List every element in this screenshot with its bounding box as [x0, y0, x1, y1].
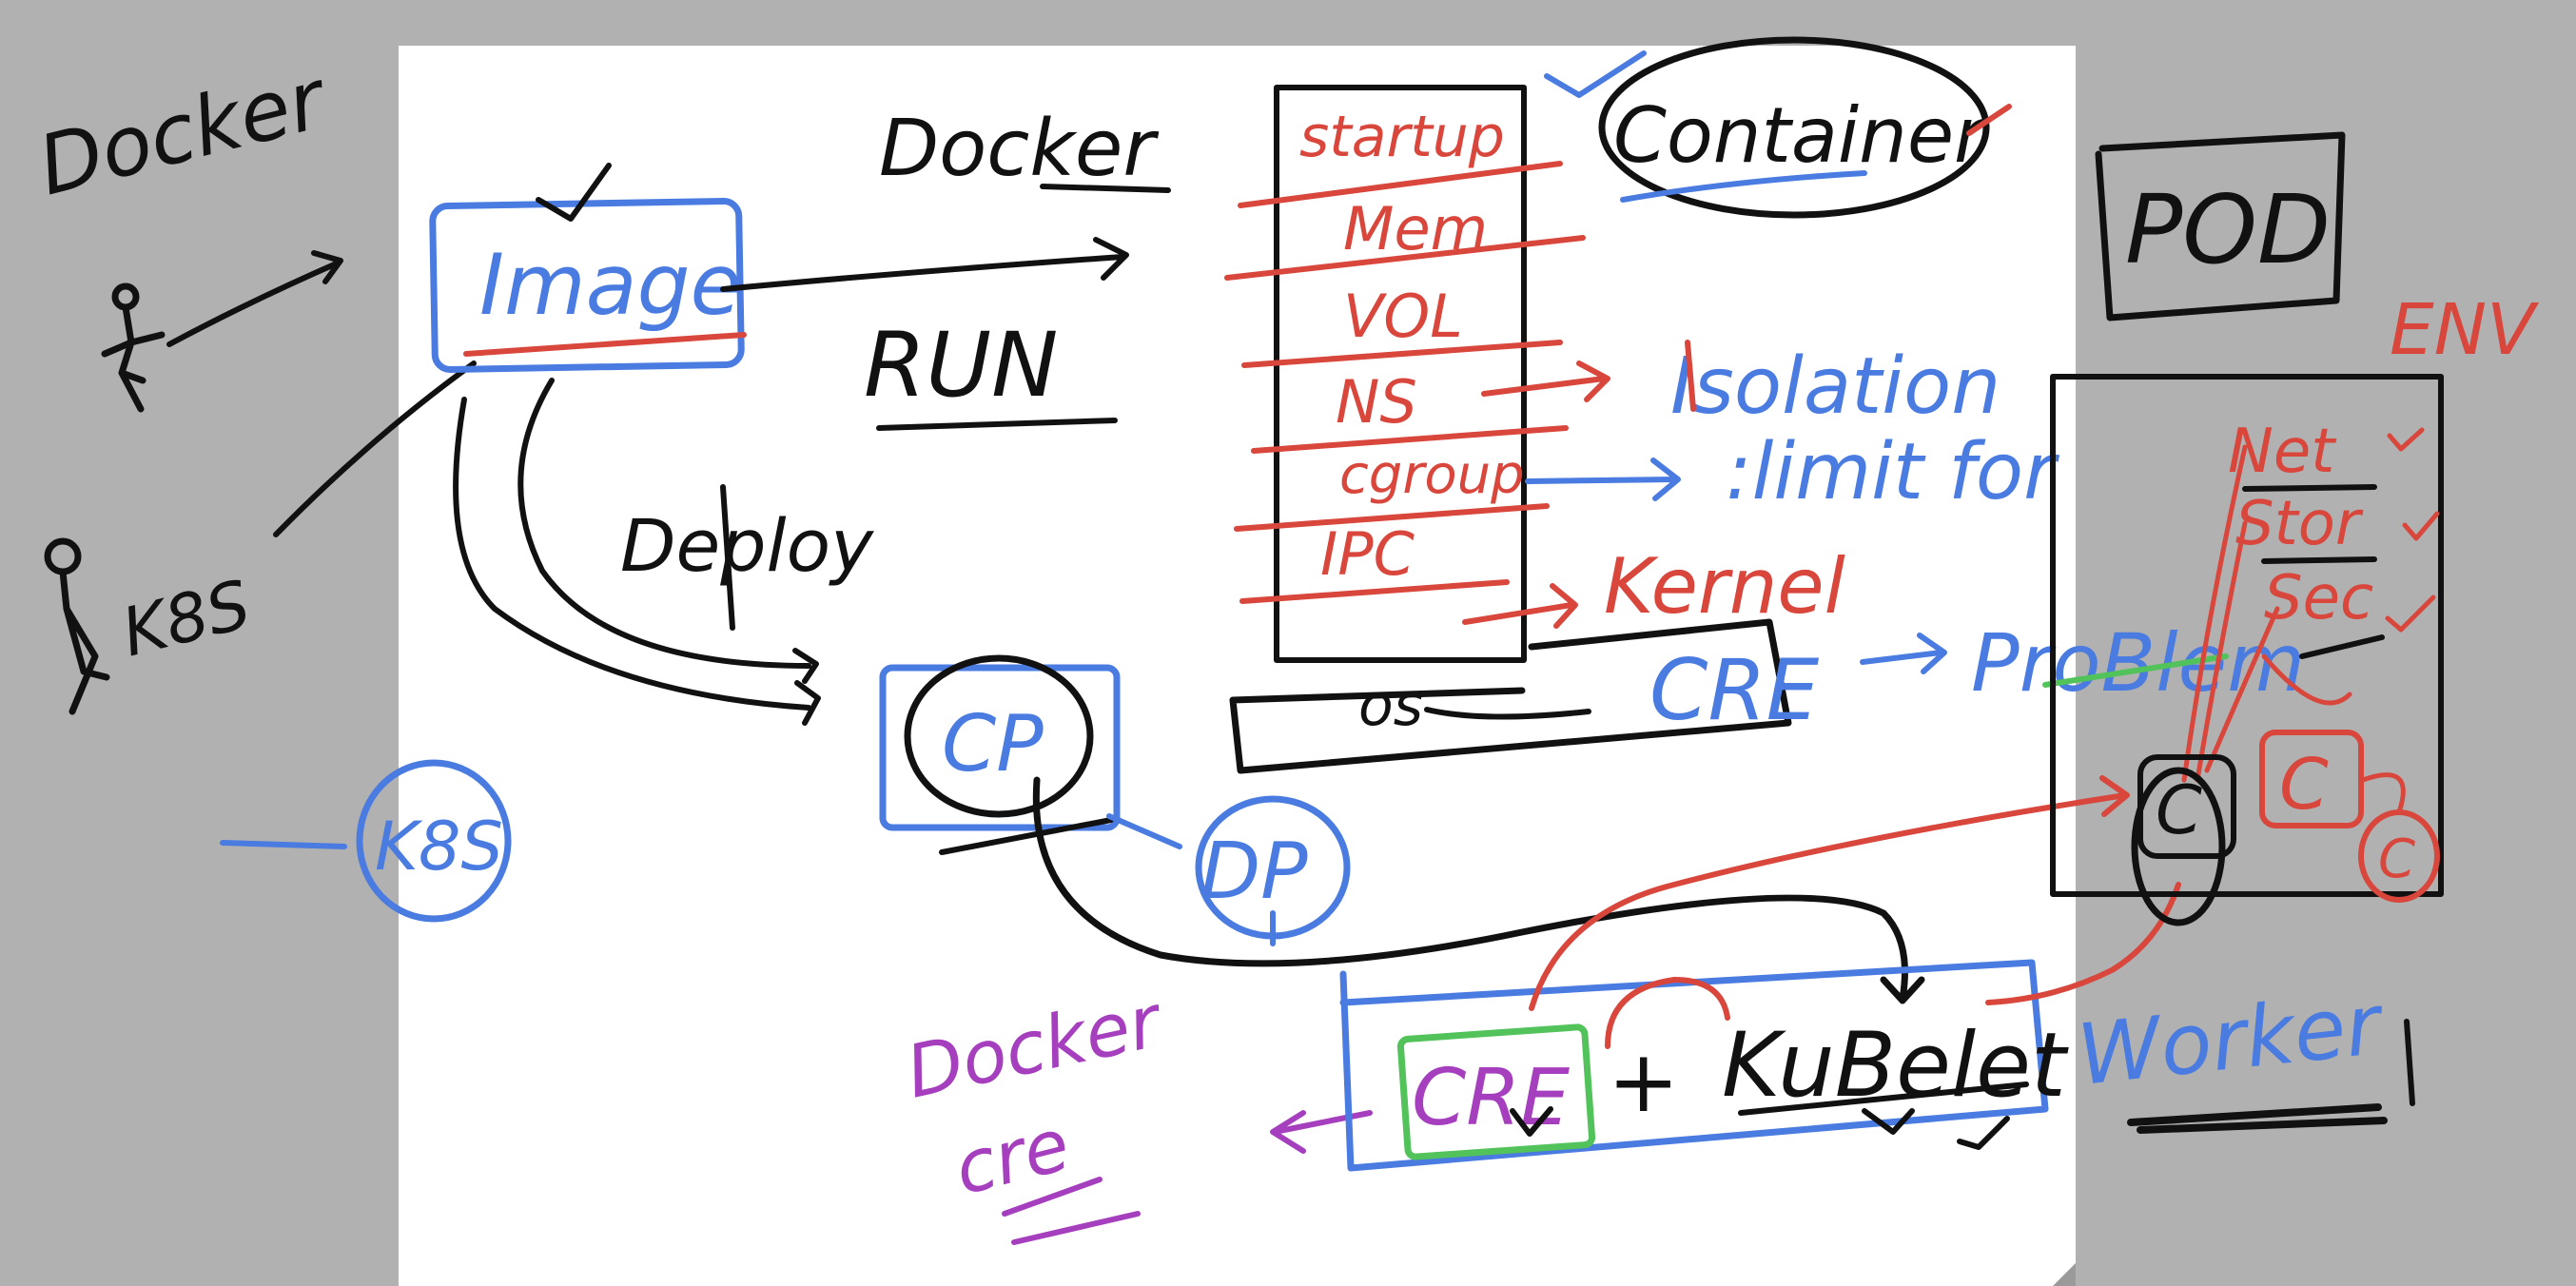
- whiteboard-drawing: Docker K8S Image Docker RUN Deploy start…: [29, 36, 2539, 1245]
- stack-label-ns: NS: [1336, 367, 1417, 437]
- label-container-c2: C: [2279, 744, 2329, 826]
- label-kernel: Kernel: [1604, 542, 1845, 631]
- label-docker-title: Docker: [879, 104, 1159, 194]
- worker-tick: [2404, 1019, 2415, 1106]
- sec-underline: [2299, 634, 2385, 659]
- stack-label-ipc: IPC: [1320, 519, 1415, 589]
- image-underline: [463, 332, 747, 357]
- label-cp: CP: [942, 699, 1044, 789]
- stack-label-mem: Mem: [1343, 194, 1488, 263]
- label-docker-cre-1: Docker: [899, 978, 1171, 1115]
- label-k8s-actor: K8S: [114, 565, 258, 672]
- label-deploy: Deploy: [620, 503, 874, 588]
- c2-to-c3-link: [2360, 772, 2406, 815]
- docker-underline: [1040, 184, 1171, 193]
- label-env: ENV: [2390, 289, 2539, 371]
- label-sec: Sec: [2264, 563, 2373, 633]
- stack-label-cgroup: cgroup: [1339, 444, 1525, 506]
- stack-label-startup: startup: [1299, 104, 1505, 170]
- arrow-ns-to-isolation: [1481, 360, 1610, 402]
- label-container-c1: C: [2156, 771, 2202, 849]
- checkmark-image: [536, 163, 612, 222]
- label-container-c3: C: [2378, 828, 2415, 890]
- arrow-into-k8s: [220, 840, 347, 849]
- run-underline: [876, 418, 1118, 431]
- label-pod: POD: [2125, 174, 2331, 285]
- line-k8s-to-image: [273, 360, 477, 537]
- label-docker-top-left: Docker: [29, 51, 338, 215]
- label-os-bar: os: [1358, 672, 1423, 739]
- curve-cp-to-kubelet: [1032, 776, 1925, 1004]
- label-kubelet: KuBelet: [1722, 1014, 2069, 1118]
- stick-figure-k8s: [44, 537, 110, 715]
- label-stor: Stor: [2235, 489, 2364, 559]
- arrow-cre-to-problem: [1860, 633, 1947, 674]
- label-run: RUN: [864, 314, 1058, 418]
- label-cre-1: CRE: [1649, 641, 1820, 739]
- label-limit: :limit for: [1726, 427, 2059, 517]
- line-cp-to-dp: [1106, 813, 1182, 849]
- resource-checkmarks: [2385, 427, 2440, 633]
- arrow-cgroup-to-limit: [1525, 458, 1681, 501]
- stor-underline: [2261, 556, 2377, 564]
- label-isolation: Isolation: [1670, 341, 2000, 432]
- arrow-docker-to-image: [166, 250, 343, 347]
- label-dp: DP: [1200, 827, 1308, 917]
- arrow-ipc-to-kernel: [1462, 583, 1578, 629]
- label-cre-2: CRE: [1412, 1053, 1570, 1143]
- arrow-cre-to-docker-cre: [1270, 1110, 1373, 1154]
- checkmark-container: [1544, 50, 1647, 98]
- os-scribble: [1424, 707, 1591, 720]
- label-worker: Worker: [2073, 975, 2389, 1104]
- stick-figure-docker: [101, 283, 166, 413]
- label-plus: +: [1608, 1032, 1679, 1132]
- worker-underline: [2127, 1103, 2388, 1134]
- label-image: Image: [479, 236, 742, 334]
- stack-label-vol: VOL: [1343, 282, 1463, 351]
- label-container: Container: [1613, 91, 1990, 180]
- label-k8s-circle: K8S: [375, 808, 503, 886]
- arrow-image-to-docker: [720, 237, 1129, 292]
